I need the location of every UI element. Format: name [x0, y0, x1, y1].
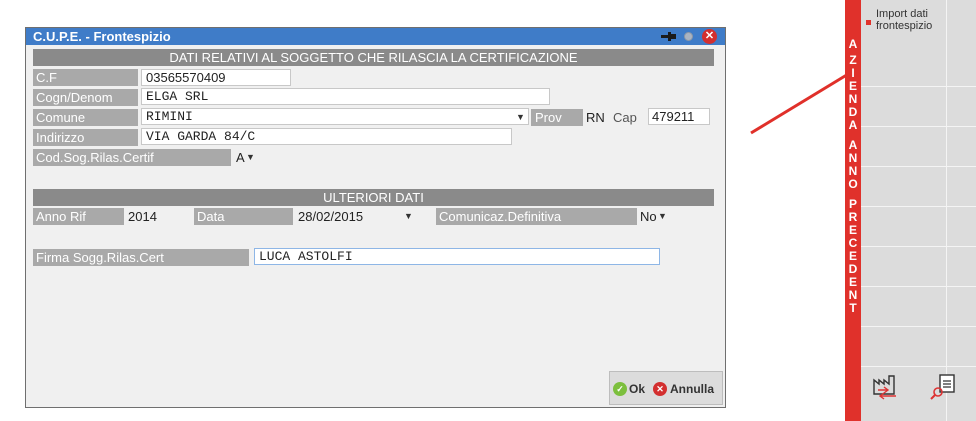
- minimize-icon[interactable]: [684, 32, 693, 41]
- button-bar: ✓ Ok ✕ Annulla: [609, 371, 723, 405]
- dialog-titlebar[interactable]: C.U.P.E. - Frontespizio ✕: [26, 28, 725, 45]
- comunicaz-dropdown-icon[interactable]: ▼: [658, 208, 667, 225]
- comune-dropdown-icon[interactable]: ▼: [516, 109, 525, 126]
- cf-input[interactable]: 03565570409: [141, 69, 291, 86]
- grid-row-line: [861, 326, 976, 327]
- indirizzo-input[interactable]: VIA GARDA 84/C: [141, 128, 512, 145]
- codsog-dropdown-icon[interactable]: ▼: [246, 149, 255, 166]
- cognome-input[interactable]: ELGA SRL: [141, 88, 550, 105]
- vertical-side-label: A Z I E N D A A N N O P R E C E D E N T: [845, 0, 861, 421]
- firma-label: Firma Sogg.Rilas.Cert: [33, 249, 249, 266]
- section-header-ulteriori: ULTERIORI DATI: [33, 189, 714, 206]
- grid-row-line: [861, 286, 976, 287]
- import-dati-frontespizio-button[interactable]: Import dati frontespizio: [866, 8, 946, 48]
- anno-value[interactable]: 2014: [128, 208, 157, 225]
- comunicaz-value[interactable]: No: [640, 208, 657, 225]
- prov-label: Prov: [531, 109, 583, 126]
- data-label: Data: [194, 208, 293, 225]
- prov-value[interactable]: RN: [586, 109, 605, 126]
- pin-icon[interactable]: [660, 30, 678, 43]
- grid-row-line: [861, 86, 976, 87]
- search-document-icon[interactable]: [928, 372, 962, 400]
- side-button-grid: [861, 0, 976, 421]
- annulla-x-icon[interactable]: ✕: [653, 382, 667, 396]
- data-dropdown-icon[interactable]: ▼: [404, 208, 413, 225]
- section-header-soggetto: DATI RELATIVI AL SOGGETTO CHE RILASCIA L…: [33, 49, 714, 66]
- grid-row-line: [861, 366, 976, 367]
- data-value[interactable]: 28/02/2015: [298, 208, 363, 225]
- dialog-title: C.U.P.E. - Frontespizio: [33, 29, 171, 44]
- firma-input[interactable]: LUCA ASTOLFI: [254, 248, 660, 265]
- grid-row-line: [861, 166, 976, 167]
- bullet-icon: [866, 20, 871, 25]
- cap-label: Cap: [613, 110, 637, 125]
- comune-input[interactable]: RIMINI: [141, 108, 529, 125]
- cap-input[interactable]: 479211: [648, 108, 710, 125]
- close-icon[interactable]: ✕: [702, 29, 717, 44]
- grid-row-line: [861, 126, 976, 127]
- frontespizio-dialog: C.U.P.E. - Frontespizio ✕ DATI RELATIVI …: [25, 27, 726, 408]
- ok-button[interactable]: Ok: [629, 380, 645, 398]
- grid-row-line: [861, 246, 976, 247]
- indirizzo-label: Indirizzo: [33, 129, 138, 146]
- codsog-value[interactable]: A: [236, 149, 245, 166]
- comune-label: Comune: [33, 109, 138, 126]
- comunicaz-label: Comunicaz.Definitiva: [436, 208, 637, 225]
- import-label-line2: frontespizio: [876, 20, 933, 32]
- codsog-label: Cod.Sog.Rilas.Certif: [33, 149, 231, 166]
- factory-transfer-icon[interactable]: [870, 372, 904, 400]
- cognome-label: Cogn/Denom: [33, 89, 138, 106]
- anno-label: Anno Rif: [33, 208, 124, 225]
- annulla-button[interactable]: Annulla: [670, 380, 714, 398]
- grid-row-line: [861, 206, 976, 207]
- grid-divider: [946, 0, 947, 421]
- cf-label: C.F: [33, 69, 138, 86]
- import-label-line1: Import dati: [876, 8, 928, 20]
- ok-check-icon[interactable]: ✓: [613, 382, 627, 396]
